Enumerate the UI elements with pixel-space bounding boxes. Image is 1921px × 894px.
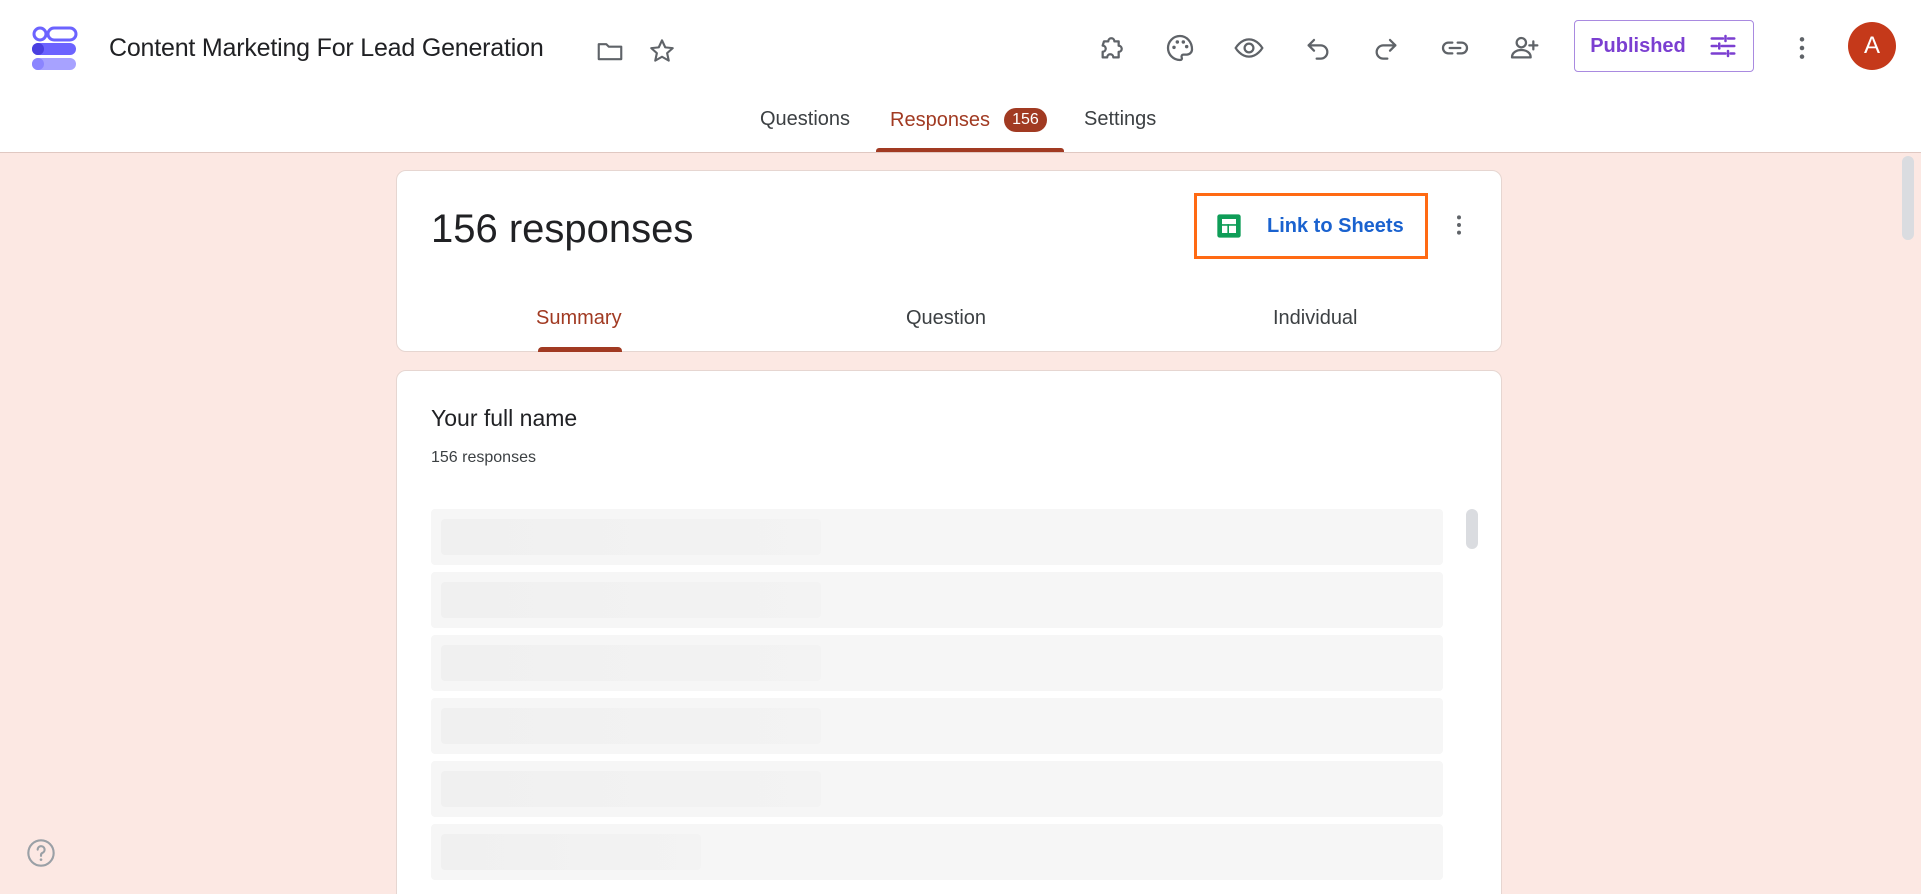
tab-settings[interactable]: Settings	[1084, 108, 1156, 152]
subtab-individual[interactable]: Individual	[1273, 307, 1358, 330]
redacted-answer	[441, 834, 701, 870]
tab-questions[interactable]: Questions	[760, 108, 850, 152]
list-item	[431, 635, 1443, 691]
link-icon[interactable]	[1433, 26, 1477, 70]
question-summary-card: Your full name 156 responses	[396, 370, 1502, 894]
redo-icon[interactable]	[1364, 26, 1408, 70]
page-scrollbar[interactable]	[1902, 156, 1914, 240]
avatar[interactable]: A	[1848, 22, 1896, 70]
list-item	[431, 824, 1443, 880]
forms-logo-icon[interactable]	[30, 24, 80, 74]
top-header: Content Marketing For Lead Generation Pu…	[0, 0, 1921, 153]
link-to-sheets-button[interactable]: Link to Sheets	[1194, 193, 1428, 259]
published-button[interactable]: Published	[1574, 20, 1754, 72]
folder-icon[interactable]	[593, 34, 627, 68]
published-label: Published	[1590, 34, 1686, 57]
palette-icon[interactable]	[1158, 26, 1202, 70]
responses-count-badge: 156	[1004, 108, 1047, 132]
list-item	[431, 509, 1443, 565]
answer-list[interactable]	[431, 509, 1443, 887]
more-vert-icon[interactable]	[1780, 26, 1824, 70]
list-item	[431, 761, 1443, 817]
tune-icon	[1710, 34, 1736, 58]
undo-icon[interactable]	[1296, 26, 1340, 70]
question-response-count: 156 responses	[431, 449, 536, 466]
preview-icon[interactable]	[1227, 26, 1271, 70]
question-title: Your full name	[431, 405, 578, 431]
active-tab-indicator	[876, 148, 1064, 152]
answers-scrollbar[interactable]	[1466, 509, 1478, 549]
responses-more-icon[interactable]	[1439, 205, 1479, 245]
redacted-answer	[441, 582, 821, 618]
responses-count: 156 responses	[431, 207, 694, 251]
main-tabs: Questions Responses 156 Settings	[0, 108, 1921, 152]
subtab-active-indicator	[538, 347, 622, 352]
redacted-answer	[441, 708, 821, 744]
addons-icon[interactable]	[1090, 26, 1134, 70]
add-collaborator-icon[interactable]	[1502, 26, 1546, 70]
list-item	[431, 698, 1443, 754]
help-icon[interactable]	[24, 836, 58, 870]
form-title[interactable]: Content Marketing For Lead Generation	[109, 34, 544, 63]
redacted-answer	[441, 771, 821, 807]
list-item	[431, 572, 1443, 628]
responses-summary-card: 156 responses Link to Sheets Summary Que…	[396, 170, 1502, 352]
redacted-answer	[441, 519, 821, 555]
subtab-summary[interactable]: Summary	[536, 307, 622, 330]
link-to-sheets-label: Link to Sheets	[1267, 214, 1404, 237]
sheets-icon	[1217, 214, 1241, 238]
subtab-question[interactable]: Question	[906, 307, 986, 330]
tab-responses-label: Responses	[890, 109, 991, 131]
redacted-answer	[441, 645, 821, 681]
tab-responses[interactable]: Responses 156	[890, 108, 1047, 152]
star-icon[interactable]	[645, 34, 679, 68]
